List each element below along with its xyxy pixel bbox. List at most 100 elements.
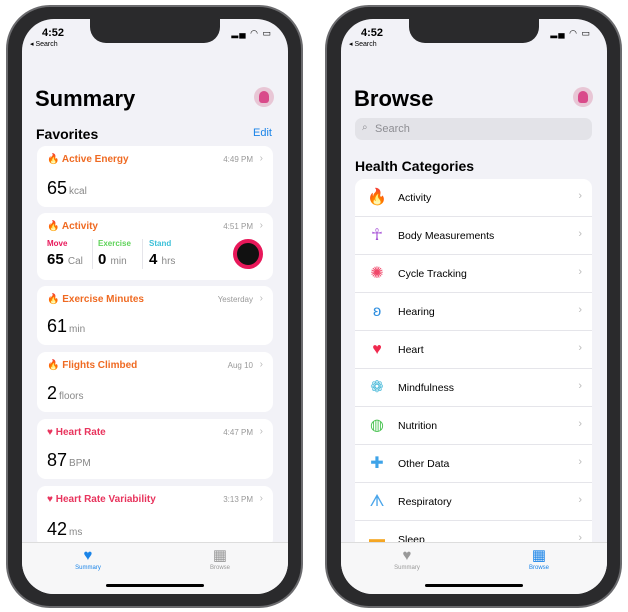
- card-value: 87 BPM: [47, 450, 91, 470]
- search-icon: ⌕: [362, 122, 368, 133]
- categories-list: 🔥 Activity › ☥ Body Measurements › ✺ Cycle Trac…: [355, 179, 592, 559]
- apple-icon: ◍: [370, 417, 384, 434]
- card-title: Heart Rate Variability: [55, 494, 156, 505]
- card-time: 4:51 PM: [223, 222, 253, 231]
- chevron-right-icon: ›: [259, 359, 263, 370]
- phone-browse: 4:52 ◂ Search ▂▄ ◠ ▭ Browse ⌕ Search Heal…: [325, 5, 622, 608]
- card-title: Active Energy: [61, 154, 129, 165]
- card-value: 42 ms: [47, 519, 83, 539]
- flame-icon: 🔥: [47, 294, 60, 305]
- category-hearing[interactable]: ʚ Hearing ›: [355, 293, 592, 331]
- card-title: Activity: [61, 221, 98, 232]
- home-indicator[interactable]: [106, 584, 204, 587]
- tab-summary[interactable]: ♥ Summary: [377, 547, 437, 571]
- divider: [142, 239, 143, 269]
- card-value: 65 kcal: [47, 178, 87, 198]
- card-time: Aug 10: [227, 361, 253, 370]
- chevron-right-icon: ›: [578, 456, 582, 468]
- tab-browse[interactable]: ▦ Browse: [509, 547, 569, 571]
- exercise-label: Exercise: [98, 239, 131, 248]
- heart-icon: ♥: [83, 547, 93, 564]
- exercise-value: 0 min: [98, 251, 127, 268]
- chevron-right-icon: ›: [578, 342, 582, 354]
- avatar[interactable]: [254, 87, 274, 107]
- card-time: 4:49 PM: [223, 155, 253, 164]
- chevron-right-icon: ›: [259, 293, 263, 304]
- activity-rings-icon: [233, 239, 263, 269]
- notch: [90, 19, 220, 43]
- heart-icon: ♥: [372, 341, 382, 358]
- lungs-icon: ᗑ: [369, 493, 385, 510]
- divider: [92, 239, 93, 269]
- grid-icon: ▦: [531, 547, 547, 564]
- back-to-search[interactable]: ◂ Search: [349, 40, 377, 48]
- flame-icon: 🔥: [47, 221, 60, 232]
- move-label: Move: [47, 239, 68, 248]
- card-exercise-minutes[interactable]: 🔥 Exercise Minutes Yesterday › 61 min: [37, 286, 273, 345]
- heart-icon: ♥: [47, 427, 53, 438]
- chevron-right-icon: ›: [578, 266, 582, 278]
- card-time: Yesterday: [217, 295, 253, 304]
- heart-icon: ♥: [402, 547, 412, 564]
- card-time: 3:13 PM: [223, 495, 253, 504]
- card-value: 61 min: [47, 316, 86, 336]
- category-label: Other Data: [398, 458, 450, 470]
- tab-browse[interactable]: ▦ Browse: [190, 547, 250, 571]
- heart-icon: ♥: [47, 494, 53, 505]
- category-label: Body Measurements: [398, 230, 495, 242]
- tab-summary[interactable]: ♥ Summary: [58, 547, 118, 571]
- cycle-icon: ✺: [370, 265, 384, 282]
- category-other-data[interactable]: ✚ Other Data ›: [355, 445, 592, 483]
- chevron-right-icon: ›: [578, 304, 582, 316]
- favorites-heading: Favorites: [36, 126, 99, 142]
- card-title: Exercise Minutes: [62, 294, 144, 305]
- status-time: 4:52: [361, 27, 384, 39]
- grid-icon: ▦: [212, 547, 228, 564]
- stand-value: 4 hrs: [149, 251, 176, 268]
- card-value: 2 floors: [47, 383, 84, 403]
- flame-icon: 🔥: [367, 189, 387, 206]
- summary-screen: 4:52 ◂ Search ▂▄ ◠ ▭ Summary Favorites E…: [22, 19, 288, 594]
- plus-icon: ✚: [370, 455, 384, 472]
- card-flights-climbed[interactable]: 🔥 Flights Climbed Aug 10 › 2 floors: [37, 352, 273, 412]
- home-indicator[interactable]: [425, 584, 523, 587]
- person-icon: ☥: [371, 227, 383, 244]
- category-body-measurements[interactable]: ☥ Body Measurements ›: [355, 217, 592, 255]
- card-heart-rate-variability[interactable]: ♥ Heart Rate Variability 3:13 PM › 42 ms: [37, 486, 273, 548]
- card-active-energy[interactable]: 🔥 Active Energy 4:49 PM › 65 kcal: [37, 146, 273, 207]
- avatar[interactable]: [573, 87, 593, 107]
- status-icons: ▂▄ ◠ ▭: [231, 28, 272, 38]
- chevron-right-icon: ›: [259, 220, 263, 231]
- edit-button[interactable]: Edit: [253, 127, 272, 139]
- category-respiratory[interactable]: ᗑ Respiratory ›: [355, 483, 592, 521]
- category-label: Mindfulness: [398, 382, 455, 394]
- phone-summary: 4:52 ◂ Search ▂▄ ◠ ▭ Summary Favorites E…: [6, 5, 303, 608]
- flower-icon: ❁: [370, 379, 384, 396]
- category-cycle-tracking[interactable]: ✺ Cycle Tracking ›: [355, 255, 592, 293]
- category-nutrition[interactable]: ◍ Nutrition ›: [355, 407, 592, 445]
- stand-label: Stand: [149, 239, 172, 248]
- chevron-right-icon: ›: [578, 190, 582, 202]
- category-activity[interactable]: 🔥 Activity ›: [355, 179, 592, 217]
- search-input[interactable]: ⌕ Search: [355, 118, 592, 140]
- chevron-right-icon: ›: [578, 494, 582, 506]
- chevron-right-icon: ›: [578, 418, 582, 430]
- status-icons: ▂▄ ◠ ▭: [550, 28, 591, 38]
- category-label: Nutrition: [398, 420, 438, 432]
- chevron-right-icon: ›: [259, 153, 263, 164]
- move-value: 65 Cal: [47, 251, 83, 268]
- card-time: 4:47 PM: [223, 428, 253, 437]
- category-heart[interactable]: ♥ Heart ›: [355, 331, 592, 369]
- back-to-search[interactable]: ◂ Search: [30, 40, 58, 48]
- card-activity[interactable]: 🔥 Activity 4:51 PM › Move 65 Cal Exercis…: [37, 213, 273, 280]
- category-label: Respiratory: [398, 496, 452, 508]
- card-title: Heart Rate: [55, 427, 106, 438]
- category-mindfulness[interactable]: ❁ Mindfulness ›: [355, 369, 592, 407]
- browse-screen: 4:52 ◂ Search ▂▄ ◠ ▭ Browse ⌕ Search Heal…: [341, 19, 607, 594]
- flame-icon: 🔥: [47, 154, 60, 165]
- chevron-right-icon: ›: [578, 380, 582, 392]
- status-time: 4:52: [42, 27, 65, 39]
- chevron-right-icon: ›: [259, 493, 263, 504]
- card-heart-rate[interactable]: ♥ Heart Rate 4:47 PM › 87 BPM: [37, 419, 273, 479]
- chevron-right-icon: ›: [259, 426, 263, 437]
